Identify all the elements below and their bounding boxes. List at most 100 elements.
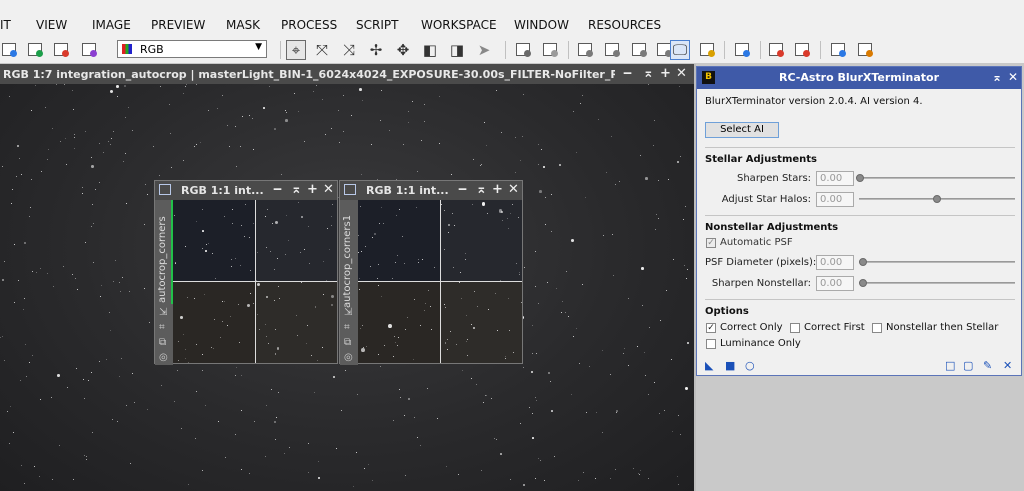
menu-edit[interactable]: IT xyxy=(0,18,11,32)
close-icon[interactable]: ✕ xyxy=(676,66,687,81)
star-dot xyxy=(687,342,690,345)
luminance-only-checkbox[interactable] xyxy=(706,339,716,349)
crosshair-icon[interactable]: ⌖ xyxy=(286,40,306,60)
process-icon-4[interactable] xyxy=(829,40,847,58)
sharpen-nonstellar-field[interactable]: 0.00 xyxy=(816,276,854,291)
monitor-icon[interactable]: 🖵 xyxy=(670,40,690,60)
preview-window-2[interactable]: RGB 1:1 int... ‒ ⌅ + ✕ autocrop_corners1… xyxy=(339,180,523,365)
menu-window[interactable]: WINDOW xyxy=(514,18,569,32)
sharpen-nonstellar-slider[interactable] xyxy=(859,279,1015,287)
preview-window-1[interactable]: RGB 1:1 int... ‒ ⌅ + ✕ autocrop_corners … xyxy=(154,180,338,365)
document-icon[interactable]: ▢ xyxy=(963,359,973,372)
new-instance-icon[interactable]: ◣ xyxy=(705,359,713,372)
star-dot xyxy=(119,376,120,377)
resize-icon[interactable]: ⇲ xyxy=(159,307,167,318)
move-icon[interactable]: ✥ xyxy=(393,40,413,60)
nonstellar-then-stellar-checkbox[interactable] xyxy=(872,323,882,333)
process-icon-5[interactable] xyxy=(856,40,874,58)
mask-icon-3[interactable] xyxy=(630,40,648,58)
channel-rgb-icon[interactable] xyxy=(52,40,70,58)
browse-docs-icon[interactable]: □ xyxy=(945,359,955,372)
maximize-icon[interactable]: + xyxy=(492,182,503,197)
preview-1-label[interactable]: autocrop_corners xyxy=(157,216,168,303)
minimize-icon[interactable]: ‒ xyxy=(623,66,632,81)
sharpen-nonstellar-thumb[interactable] xyxy=(859,279,867,287)
menu-view[interactable]: VIEW xyxy=(36,18,67,32)
view-icon-2[interactable] xyxy=(541,40,559,58)
process-icon-2[interactable] xyxy=(767,40,785,58)
process-icon[interactable] xyxy=(733,40,751,58)
image-icon[interactable] xyxy=(0,40,18,58)
fit-icon[interactable]: ⌗ xyxy=(344,322,350,333)
star-halos-thumb[interactable] xyxy=(933,195,941,203)
minimize-icon[interactable]: ‒ xyxy=(458,182,467,197)
maximize-icon[interactable]: + xyxy=(660,66,671,81)
minimize-icon[interactable]: ‒ xyxy=(273,182,282,197)
process-icon-3[interactable] xyxy=(793,40,811,58)
select-ai-button[interactable]: Select AI xyxy=(705,122,779,138)
reset-icon[interactable]: ✕ xyxy=(1003,359,1012,372)
correct-only-checkbox[interactable]: ✓ xyxy=(706,323,716,333)
star-dot xyxy=(444,342,447,344)
menu-workspace[interactable]: WORKSPACE xyxy=(421,18,497,32)
shade-icon[interactable]: ⌅ xyxy=(643,66,654,81)
close-icon[interactable]: ✕ xyxy=(323,182,334,197)
preview-1-sidebar: autocrop_corners ⇲ ⌗ ⧉ ◎ xyxy=(155,200,173,365)
star-dot xyxy=(17,145,20,148)
psf-diameter-thumb[interactable] xyxy=(859,258,867,266)
mask-icon-2[interactable] xyxy=(603,40,621,58)
zoom-window-icon[interactable]: ⤨ xyxy=(339,40,359,60)
target-icon[interactable]: ◎ xyxy=(344,352,353,363)
channel-select[interactable]: RGB ▼ xyxy=(117,40,267,58)
menu-mask[interactable]: MASK xyxy=(226,18,260,32)
pointer-icon[interactable]: ➤ xyxy=(474,40,494,60)
menu-image[interactable]: IMAGE xyxy=(92,18,131,32)
preview-2-label[interactable]: autocrop_corners1 xyxy=(342,215,353,308)
apply-icon[interactable]: ○ xyxy=(745,359,755,372)
copy-icon[interactable]: ⧉ xyxy=(344,337,351,348)
preview-2-titlebar[interactable]: RGB 1:1 int... ‒ ⌅ + ✕ xyxy=(340,181,522,200)
star-dot xyxy=(615,184,616,185)
sharpen-stars-thumb[interactable] xyxy=(856,174,864,182)
target-icon[interactable]: ◎ xyxy=(159,352,168,363)
star-dot xyxy=(328,249,330,250)
preview-edit-icon[interactable]: ◨ xyxy=(447,40,467,60)
copy-icon[interactable]: ⧉ xyxy=(159,337,166,348)
star-dot xyxy=(616,410,618,412)
view-icon[interactable] xyxy=(514,40,532,58)
auto-psf-checkbox[interactable]: ✓ xyxy=(706,238,716,248)
blurx-titlebar[interactable]: B RC-Astro BlurXTerminator ⌅ ✕ xyxy=(697,67,1021,89)
resize-icon[interactable]: ⇲ xyxy=(344,307,352,318)
preview-1-titlebar[interactable]: RGB 1:1 int... ‒ ⌅ + ✕ xyxy=(155,181,337,200)
mask-icon[interactable] xyxy=(576,40,594,58)
maximize-icon[interactable]: + xyxy=(307,182,318,197)
psf-diameter-slider[interactable] xyxy=(859,258,1015,266)
sharpen-stars-field[interactable]: 0.00 xyxy=(816,171,854,186)
zoom-fit-icon[interactable]: ⤧ xyxy=(312,40,332,60)
wrench-icon[interactable]: ✎ xyxy=(983,359,992,372)
menu-preview[interactable]: PREVIEW xyxy=(151,18,205,32)
star-dot xyxy=(93,262,94,263)
close-icon[interactable]: ✕ xyxy=(1008,70,1018,84)
correct-first-checkbox[interactable] xyxy=(790,323,800,333)
image-window-titlebar[interactable]: RGB 1:7 integration_autocrop | masterLig… xyxy=(0,64,694,84)
apply-global-icon[interactable]: ■ xyxy=(725,359,735,372)
stf-icon[interactable] xyxy=(698,40,716,58)
close-icon[interactable]: ✕ xyxy=(508,182,519,197)
shade-icon[interactable]: ⌅ xyxy=(291,182,302,197)
star-halos-field[interactable]: 0.00 xyxy=(816,192,854,207)
menu-process[interactable]: PROCESS xyxy=(281,18,337,32)
menu-resources[interactable]: RESOURCES xyxy=(588,18,661,32)
shade-icon[interactable]: ⌅ xyxy=(992,70,1002,84)
psf-diameter-field[interactable]: 0.00 xyxy=(816,255,854,270)
open-image-icon[interactable] xyxy=(26,40,44,58)
preview-rect-icon[interactable]: ◧ xyxy=(420,40,440,60)
star-dot xyxy=(231,259,232,260)
sharpen-stars-slider[interactable] xyxy=(856,174,1015,182)
pan-icon[interactable]: ✢ xyxy=(366,40,386,60)
shade-icon[interactable]: ⌅ xyxy=(476,182,487,197)
fit-icon[interactable]: ⌗ xyxy=(159,322,165,333)
channel-color-icon[interactable] xyxy=(80,40,98,58)
menu-script[interactable]: SCRIPT xyxy=(356,18,398,32)
star-halos-slider[interactable] xyxy=(859,195,1015,203)
